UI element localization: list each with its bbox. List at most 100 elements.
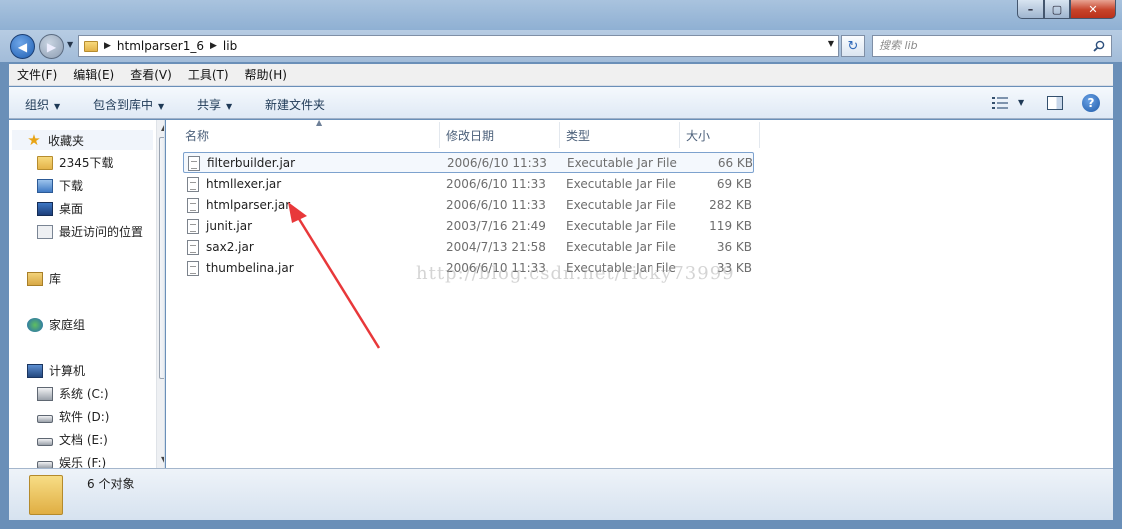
computer-icon <box>27 363 43 378</box>
back-button[interactable]: ◀ <box>10 34 35 59</box>
nav-drive-d[interactable]: 软件 (D:) <box>37 408 109 425</box>
homegroup-icon <box>27 317 43 332</box>
chevron-down-icon: ▼ <box>158 102 165 111</box>
nav-item-desktop[interactable]: 桌面 <box>37 200 83 217</box>
search-icon[interactable] <box>1093 40 1105 52</box>
drive-icon <box>37 460 53 468</box>
file-size: 282 KB <box>709 198 752 212</box>
breadcrumb-htmlparser[interactable]: htmlparser1_6 <box>117 39 204 53</box>
search-input[interactable] <box>879 39 1079 52</box>
menu-tools[interactable]: 工具(T) <box>180 66 237 83</box>
drive-icon <box>37 414 53 423</box>
nav-favorites[interactable]: ★ 收藏夹 <box>12 130 153 150</box>
share-button[interactable]: 共享 ▼ <box>197 96 232 113</box>
refresh-button[interactable]: ↻ <box>841 35 865 57</box>
details-pane: 6 个对象 <box>9 468 1113 520</box>
file-size: 66 KB <box>717 156 753 170</box>
search-box[interactable] <box>872 35 1112 57</box>
nav-drive-label: 软件 (D:) <box>59 410 110 424</box>
column-header-size[interactable]: 大小 <box>680 122 760 148</box>
menu-view[interactable]: 查看(V) <box>122 66 180 83</box>
file-date: 2006/6/10 11:33 <box>446 177 546 191</box>
file-type: Executable Jar File <box>566 219 676 233</box>
library-icon <box>27 271 43 286</box>
chevron-right-icon[interactable]: ▶ <box>104 41 111 51</box>
forward-button[interactable]: ▶ <box>39 34 64 59</box>
nav-drive-f[interactable]: 娱乐 (F:) <box>37 454 106 468</box>
system-drive-icon <box>37 386 53 401</box>
drive-icon <box>37 437 53 446</box>
recent-pages-dropdown-icon[interactable]: ▼ <box>67 40 73 49</box>
include-library-label: 包含到库中 <box>93 98 154 112</box>
command-bar: 组织 ▼ 包含到库中 ▼ 共享 ▼ 新建文件夹 ▼ ? <box>9 87 1113 119</box>
item-count: 6 个对象 <box>87 477 135 491</box>
file-name: htmllexer.jar <box>206 177 282 191</box>
include-in-library-button[interactable]: 包含到库中 ▼ <box>93 96 164 113</box>
nav-scrollbar[interactable]: ▲ ▼ <box>156 120 164 468</box>
sort-up-icon: ▲ <box>316 118 323 127</box>
file-type: Executable Jar File <box>566 240 676 254</box>
nav-item-label: 桌面 <box>59 202 84 216</box>
address-history-dropdown-icon[interactable]: ▼ <box>828 39 834 48</box>
breadcrumb-lib[interactable]: lib <box>223 39 237 53</box>
file-date: 2003/7/16 21:49 <box>446 219 546 233</box>
menu-bar: 文件(F) 编辑(E) 查看(V) 工具(T) 帮助(H) <box>9 64 1113 86</box>
help-icon[interactable]: ? <box>1082 94 1100 112</box>
recent-places-icon <box>37 224 53 239</box>
nav-item-recent-places[interactable]: 最近访问的位置 <box>37 223 143 240</box>
title-bar: – ▢ ✕ <box>0 0 1122 30</box>
organize-button[interactable]: 组织 ▼ <box>25 96 60 113</box>
menu-edit[interactable]: 编辑(E) <box>65 66 122 83</box>
organize-label: 组织 <box>25 98 50 112</box>
star-icon: ★ <box>27 131 41 149</box>
menu-help[interactable]: 帮助(H) <box>237 66 295 83</box>
nav-item-2345-downloads[interactable]: 2345下载 <box>37 154 114 171</box>
jar-file-icon <box>187 177 199 192</box>
nav-homegroup[interactable]: 家庭组 <box>27 316 85 333</box>
column-header-date[interactable]: 修改日期 <box>440 122 560 148</box>
chevron-right-icon[interactable]: ▶ <box>210 41 217 51</box>
jar-file-icon <box>187 261 199 276</box>
close-button[interactable]: ✕ <box>1070 0 1116 19</box>
nav-homegroup-label: 家庭组 <box>49 318 86 332</box>
new-folder-button[interactable]: 新建文件夹 <box>265 96 325 113</box>
folder-icon <box>29 475 63 515</box>
jar-file-icon <box>187 240 199 255</box>
column-header-name[interactable]: ▲ 名称 <box>180 118 440 148</box>
desktop-icon <box>37 201 53 216</box>
watermark: http://blog.csdn.net/ricky73999 <box>416 263 735 284</box>
nav-libraries[interactable]: 库 <box>27 270 61 287</box>
folder-icon <box>84 40 98 52</box>
nav-drive-e[interactable]: 文档 (E:) <box>37 431 108 448</box>
maximize-button[interactable]: ▢ <box>1044 0 1070 19</box>
jar-file-icon <box>187 219 199 234</box>
navigation-pane: ★ 收藏夹 2345下载 下载 桌面 最近访问的位置 库 家庭组 计算机 系统 … <box>9 120 165 468</box>
nav-computer[interactable]: 计算机 <box>27 362 85 379</box>
view-options-icon[interactable] <box>992 96 1008 110</box>
chevron-down-icon[interactable]: ▼ <box>1018 98 1024 107</box>
scroll-thumb[interactable] <box>159 137 164 379</box>
file-row[interactable]: htmllexer.jar 2006/6/10 11:33 Executable… <box>183 174 754 195</box>
file-size: 36 KB <box>716 240 752 254</box>
column-header-type[interactable]: 类型 <box>560 122 680 148</box>
nav-item-downloads[interactable]: 下载 <box>37 177 83 194</box>
scroll-up-icon[interactable]: ▲ <box>161 123 164 132</box>
nav-drive-label: 娱乐 (F:) <box>59 456 107 468</box>
nav-libraries-label: 库 <box>49 272 62 286</box>
minimize-button[interactable]: – <box>1017 0 1044 19</box>
file-row[interactable]: filterbuilder.jar 2006/6/10 11:33 Execut… <box>183 152 754 173</box>
preview-pane-icon[interactable] <box>1047 96 1063 110</box>
column-date-label: 修改日期 <box>446 128 495 143</box>
nav-item-label: 最近访问的位置 <box>59 225 144 239</box>
download-folder-icon <box>37 178 53 193</box>
file-name: sax2.jar <box>206 240 254 254</box>
address-row: ◀ ▶ ▼ ▶ htmlparser1_6 ▶ lib ▼ ↻ <box>0 30 1122 62</box>
scroll-down-icon[interactable]: ▼ <box>161 455 164 464</box>
menu-file[interactable]: 文件(F) <box>9 66 65 83</box>
nav-drive-c[interactable]: 系统 (C:) <box>37 385 109 402</box>
file-size: 119 KB <box>709 219 752 233</box>
file-date: 2004/7/13 21:58 <box>446 240 546 254</box>
nav-favorites-label: 收藏夹 <box>48 133 85 148</box>
file-type: Executable Jar File <box>567 156 677 170</box>
address-bar[interactable]: ▶ htmlparser1_6 ▶ lib ▼ <box>78 35 839 57</box>
